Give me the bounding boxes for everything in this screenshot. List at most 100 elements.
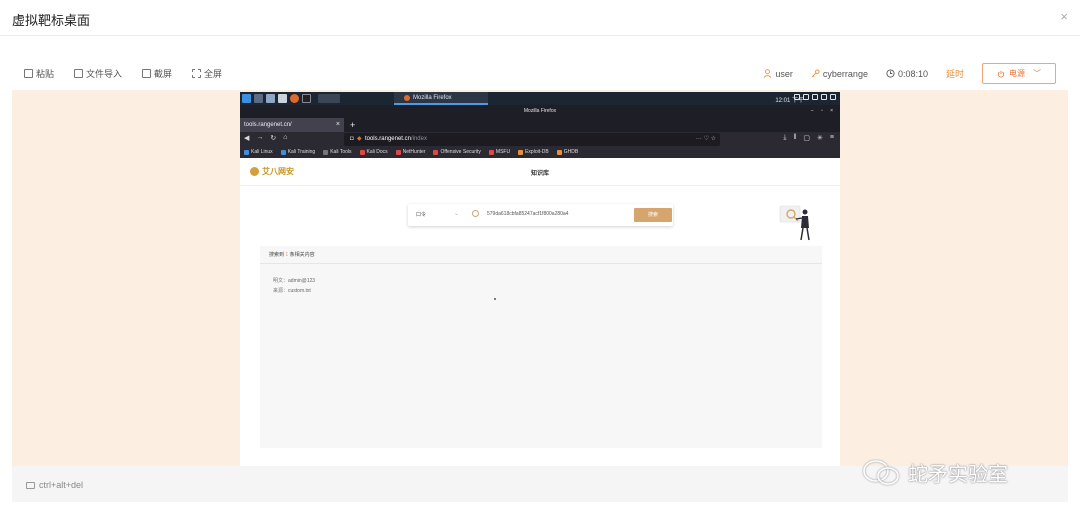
keyboard-icon	[26, 481, 35, 489]
site-lock-icon: ◆	[356, 136, 362, 142]
results-panel: 搜索到 1 条相关内容 明文：admin@123 来源：custom.txt	[260, 246, 822, 448]
user-info: user	[763, 69, 793, 79]
taskbar-firefox-label: Mozilla Firefox	[413, 94, 452, 101]
page-actions-icon[interactable]: ··· ♡ ☆	[696, 133, 716, 146]
search-box: 口令 ⌄ 579da618cbfa85247acf1f800a280a4 搜索	[408, 204, 673, 226]
search-button[interactable]: 搜索	[634, 208, 672, 222]
result-plaintext: 明文：admin@123	[273, 278, 316, 284]
forward-icon[interactable]: →	[256, 134, 263, 142]
taskbar-firefox[interactable]: Mozilla Firefox	[394, 92, 488, 105]
download-icon[interactable]: ⤓	[783, 134, 786, 142]
kali-icon	[280, 150, 286, 155]
bookmark-kali-linux[interactable]: Kali Linux	[244, 147, 273, 158]
file-import-button[interactable]: 文件导入	[74, 67, 122, 80]
ctrl-alt-del-label: ctrl+alt+del	[39, 480, 84, 490]
search-input[interactable]: 579da618cbfa85247acf1f800a280a4	[487, 211, 568, 217]
kali-icon	[244, 150, 249, 155]
tab-tools-rangenet[interactable]: tools.rangenet.cn/ ×	[240, 118, 344, 132]
timer-value: 0:08:10	[897, 68, 928, 79]
user-icon	[763, 69, 772, 78]
window-controls-icon[interactable]: – ▫ ×	[811, 105, 836, 118]
lock-icon[interactable]	[830, 94, 836, 100]
lab-name: cyberrange	[822, 68, 868, 79]
chevron-down-icon: ﹀	[1033, 69, 1041, 78]
tab-close-icon[interactable]: ×	[336, 118, 340, 132]
bookmark-exploit-db[interactable]: Exploit-DB	[518, 147, 549, 158]
result-source: 来源：custom.txt	[273, 288, 311, 294]
chevron-down-icon[interactable]: ⌄	[454, 210, 459, 217]
page-title: 知识库	[530, 171, 549, 177]
screenshot-icon	[142, 69, 152, 78]
modal-header: 虚拟靶标桌面 ×	[0, 0, 1080, 36]
firefox-panel-icon[interactable]	[318, 94, 340, 103]
screenshot-button[interactable]: 截屏	[142, 67, 172, 80]
file-import-icon	[74, 69, 84, 78]
user-name: user	[775, 68, 793, 79]
display-icon[interactable]	[794, 94, 800, 100]
file-import-label: 文件导入	[86, 69, 123, 79]
bookmark-nethunter[interactable]: NetHunter	[395, 147, 425, 158]
close-icon[interactable]: ×	[1060, 9, 1068, 24]
docs-icon	[359, 150, 365, 155]
volume-icon[interactable]	[803, 94, 809, 100]
person-illustration-icon	[779, 205, 810, 241]
firefox-icon	[404, 94, 410, 101]
bookmark-kali-docs[interactable]: Kali Docs	[359, 147, 388, 158]
ghdb-icon	[556, 150, 562, 155]
kali-top-panel: Mozilla Firefox 12:01 下午	[240, 92, 840, 105]
paste-label: 粘贴	[36, 69, 55, 79]
menu-icon[interactable]: ≡	[830, 134, 834, 142]
power-button[interactable]: 电源 ﹀	[982, 63, 1056, 84]
firefox-launcher-icon[interactable]	[290, 94, 299, 103]
key-icon	[811, 69, 820, 78]
bookmark-offensive-security[interactable]: Offensive Security	[433, 147, 481, 158]
network-icon[interactable]	[821, 94, 827, 100]
url-host: tools.rangenet.cn	[364, 136, 411, 142]
modal-title: 虚拟靶标桌面	[12, 13, 91, 28]
site-header: 艾八网安 知识库	[240, 158, 840, 186]
watermark-text: 蛇矛实验室	[908, 464, 1008, 486]
ctrl-alt-del-button[interactable]: ctrl+alt+del	[26, 480, 83, 490]
vm-screen[interactable]: Mozilla Firefox 12:01 下午 Mozilla Firefox…	[240, 92, 840, 466]
text-editor-icon[interactable]	[278, 94, 287, 103]
source-value: custom.txt	[288, 288, 311, 294]
nethunter-icon	[395, 150, 401, 155]
bookmark-kali-tools[interactable]: Kali Tools	[323, 147, 352, 158]
bookmark-kali-training[interactable]: Kali Training	[280, 147, 315, 158]
reload-icon[interactable]: ↻	[270, 134, 276, 142]
kali-menu-icon[interactable]	[242, 94, 251, 103]
paste-button[interactable]: 粘贴	[24, 67, 54, 80]
clock-icon	[886, 69, 895, 78]
terminal-icon[interactable]	[302, 94, 311, 103]
results-count: 1	[285, 252, 289, 258]
extend-time-button[interactable]: 延时	[946, 67, 964, 80]
url-path: /index	[410, 136, 427, 142]
mouse-cursor	[494, 298, 496, 300]
bookmark-ghdb[interactable]: GHDB	[556, 147, 578, 158]
home-icon[interactable]: ⌂	[283, 134, 287, 142]
fullscreen-button[interactable]: 全屏	[192, 67, 222, 80]
new-tab-icon[interactable]: +	[350, 118, 355, 132]
firefox-titlebar: Mozilla Firefox – ▫ ×	[240, 105, 840, 118]
kali-tools-icon	[323, 150, 329, 155]
sidebar-icon[interactable]: ▢	[803, 134, 810, 142]
search-type-select[interactable]: 口令	[416, 211, 426, 218]
file-manager-icon[interactable]	[266, 94, 275, 103]
power-label: 电源	[1009, 69, 1025, 78]
back-icon[interactable]: ◀	[244, 134, 249, 142]
search-icon	[472, 210, 479, 217]
msfu-icon	[488, 150, 494, 155]
library-icon[interactable]: ‖	[794, 134, 797, 142]
extension-icon[interactable]: ✳	[817, 134, 823, 142]
paste-icon	[24, 69, 33, 78]
fullscreen-icon	[192, 69, 202, 78]
toolbar: 粘贴 文件导入 截屏 全屏 user cyberrange 0:08:10 延时	[12, 58, 1068, 90]
notification-icon[interactable]	[812, 94, 818, 100]
workspace-icon[interactable]	[254, 94, 263, 103]
tab-label: tools.rangenet.cn/	[244, 122, 292, 128]
url-bar[interactable]: ◘ ◆ tools.rangenet.cn/index ··· ♡ ☆	[344, 133, 720, 146]
lab-info: cyberrange	[811, 69, 868, 79]
screenshot-label: 截屏	[154, 69, 173, 79]
wechat-icon	[863, 459, 899, 485]
bookmark-msfu[interactable]: MSFU	[488, 147, 510, 158]
